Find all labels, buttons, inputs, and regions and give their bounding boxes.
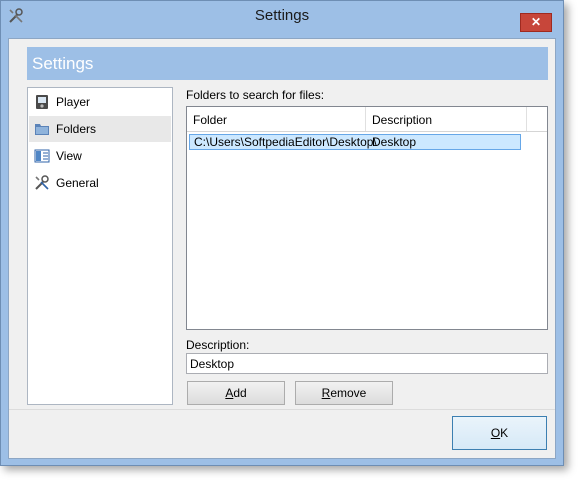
sidebar-item-player[interactable]: Player <box>29 89 171 115</box>
title-bar[interactable]: Settings <box>1 1 563 31</box>
folder-cell: C:\Users\SoftpediaEditor\Desktop\ <box>194 135 377 149</box>
close-button[interactable]: ✕ <box>520 13 552 32</box>
list-header: Folder Description <box>187 107 547 132</box>
description-field[interactable]: Desktop <box>186 353 548 374</box>
sidebar-item-folders[interactable]: Folders <box>29 116 171 142</box>
description-cell: Desktop <box>372 135 417 149</box>
banner-title: Settings <box>32 54 94 73</box>
settings-window: Settings ✕ Settings Player Folders View … <box>0 0 564 466</box>
remove-button[interactable]: Remove <box>295 381 393 405</box>
table-row[interactable]: C:\Users\SoftpediaEditor\Desktop\ Deskto… <box>189 134 521 150</box>
column-separator[interactable] <box>526 107 527 131</box>
window-title: Settings <box>254 7 310 24</box>
description-label: Description: <box>186 338 250 352</box>
ok-button[interactable]: OK <box>452 416 547 450</box>
sidebar-item-general[interactable]: General <box>29 170 171 196</box>
settings-sidebar: Player Folders View General <box>27 87 173 405</box>
player-icon <box>36 95 48 109</box>
folder-icon <box>35 124 49 135</box>
column-header-description[interactable]: Description <box>366 107 526 131</box>
add-button[interactable]: Add <box>187 381 285 405</box>
sidebar-item-label: View <box>56 149 82 163</box>
description-value: Desktop <box>190 357 235 371</box>
client-area: Settings Player Folders View General Fol… <box>8 38 556 459</box>
view-icon <box>34 149 50 163</box>
tools-icon <box>35 175 49 190</box>
sidebar-item-label: Folders <box>56 122 97 136</box>
close-icon: ✕ <box>530 15 542 29</box>
sidebar-item-view[interactable]: View <box>29 143 171 169</box>
folders-section-label: Folders to search for files: <box>186 88 325 102</box>
sidebar-item-label: General <box>56 176 99 190</box>
sidebar-item-label: Player <box>56 95 91 109</box>
column-header-folder[interactable]: Folder <box>187 107 365 131</box>
footer-divider <box>9 409 555 410</box>
settings-banner: Settings <box>27 47 548 80</box>
folders-list[interactable]: Folder Description C:\Users\SoftpediaEdi… <box>186 106 548 330</box>
